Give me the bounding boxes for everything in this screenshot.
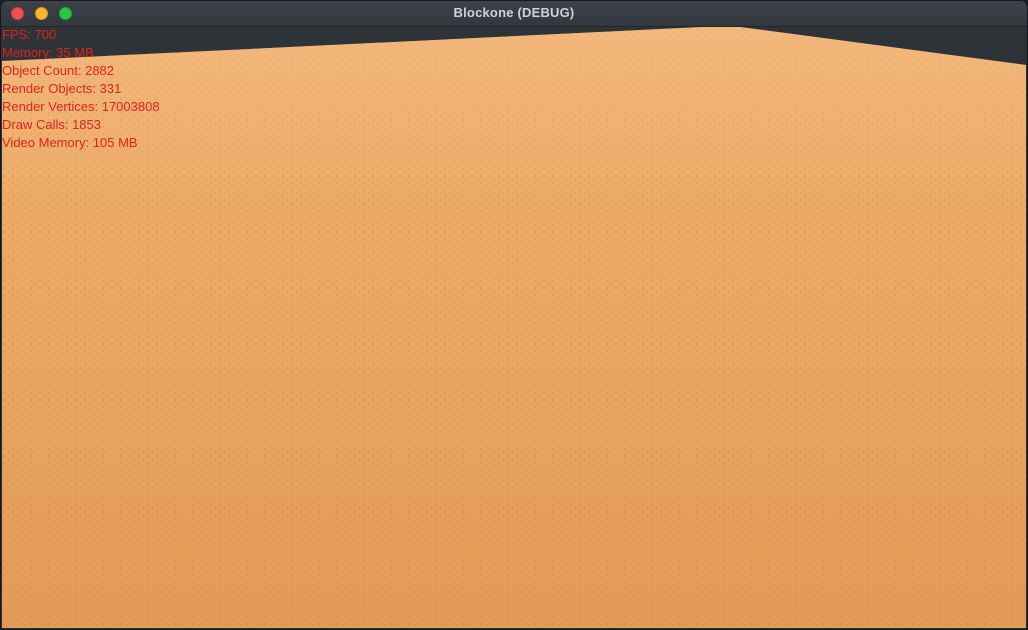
window-title: Blockone (DEBUG) xyxy=(453,5,575,20)
draw-calls-readout: Draw Calls: 1853 xyxy=(2,117,101,132)
object-count-readout: Object Count: 2882 xyxy=(2,63,115,78)
fps-readout: FPS: 700 xyxy=(2,27,57,42)
render-objects-readout: Render Objects: 331 xyxy=(2,81,122,96)
title-bar[interactable]: Blockone (DEBUG) xyxy=(0,0,1028,27)
app-window: Blockone (DEBUG) FPS: 700 Memory: 35 MB … xyxy=(0,0,1028,630)
render-vertices-readout: Render Vertices: 17003808 xyxy=(2,99,160,114)
debug-stats-overlay: FPS: 700 Memory: 35 MB Object Count: 288… xyxy=(2,27,160,152)
memory-readout: Memory: 35 MB xyxy=(2,45,94,60)
game-viewport[interactable]: FPS: 700 Memory: 35 MB Object Count: 288… xyxy=(2,27,1026,628)
video-memory-readout: Video Memory: 105 MB xyxy=(2,135,138,150)
